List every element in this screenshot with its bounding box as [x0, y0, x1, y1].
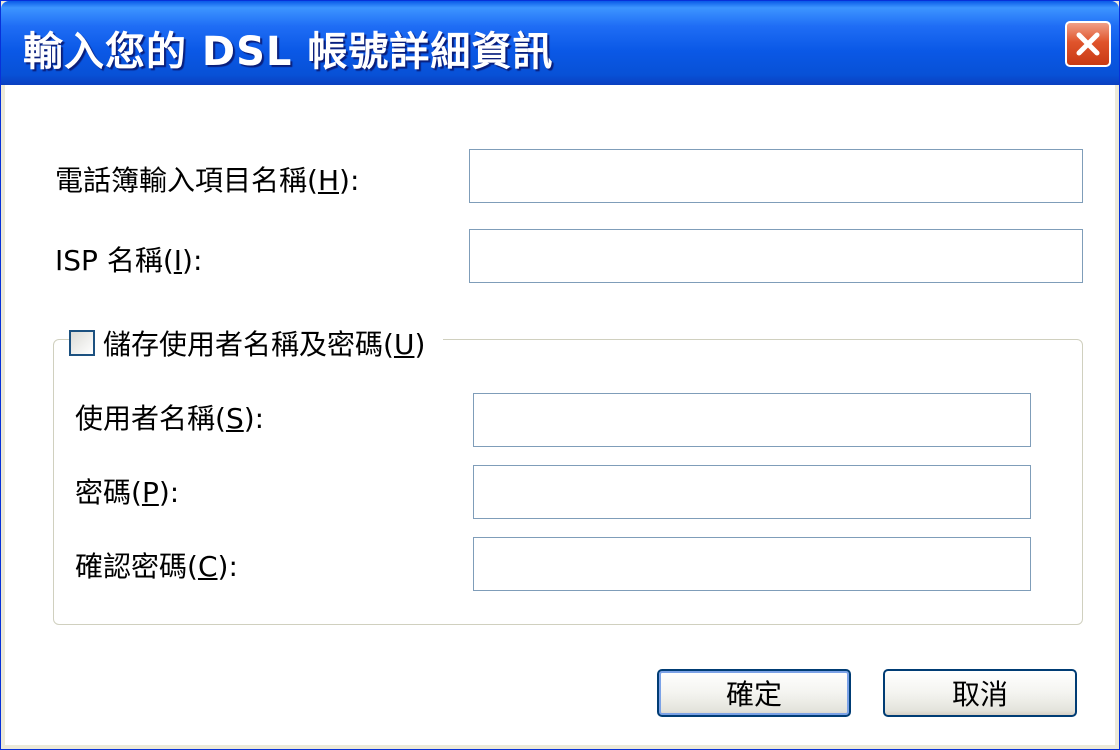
save-credentials-label-text: 儲存使用者名稱及密碼 — [103, 328, 384, 361]
isp-name-mnemonic: I — [173, 244, 183, 277]
dsl-account-dialog: 輸入您的 DSL 帳號詳細資訊 電話簿輸入項目名稱(H): ISP 名稱(I):… — [0, 0, 1120, 750]
phonebook-entry-label: 電話簿輸入項目名稱(H): — [55, 164, 360, 197]
save-credentials-label[interactable]: 儲存使用者名稱及密碼(U) — [103, 323, 425, 363]
save-credentials-option[interactable]: 儲存使用者名稱及密碼(U) — [69, 323, 444, 363]
ok-button[interactable]: 確定 — [657, 669, 851, 717]
close-icon — [1076, 32, 1100, 56]
phonebook-entry-mnemonic: H — [317, 164, 340, 197]
close-button[interactable] — [1065, 21, 1111, 67]
phonebook-entry-label-text: 電話簿輸入項目名稱 — [55, 164, 308, 197]
username-mnemonic: S — [225, 402, 244, 435]
isp-name-input[interactable] — [469, 229, 1083, 283]
confirm-password-mnemonic: C — [197, 550, 218, 583]
username-input[interactable] — [473, 393, 1031, 447]
dialog-body: 電話簿輸入項目名稱(H): ISP 名稱(I): 儲存使用者名稱及密碼(U) 使… — [5, 85, 1115, 745]
confirm-password-label-text: 確認密碼 — [75, 550, 188, 583]
username-label: 使用者名稱(S): — [75, 402, 265, 435]
confirm-password-input[interactable] — [473, 537, 1031, 591]
password-label: 密碼(P): — [75, 476, 180, 509]
cancel-button[interactable]: 取消 — [883, 669, 1077, 717]
confirm-password-label: 確認密碼(C): — [75, 550, 238, 583]
username-label-text: 使用者名稱 — [75, 402, 216, 435]
save-credentials-mnemonic: U — [393, 328, 415, 361]
phonebook-entry-input[interactable] — [469, 149, 1083, 203]
password-label-text: 密碼 — [75, 476, 132, 509]
save-credentials-checkbox[interactable] — [69, 330, 95, 356]
isp-name-label-text: ISP 名稱 — [55, 244, 163, 277]
title-bar[interactable]: 輸入您的 DSL 帳號詳細資訊 — [1, 1, 1119, 85]
password-mnemonic: P — [141, 476, 159, 509]
dialog-title: 輸入您的 DSL 帳號詳細資訊 — [23, 29, 554, 75]
isp-name-label: ISP 名稱(I): — [55, 244, 203, 277]
password-input[interactable] — [473, 465, 1031, 519]
